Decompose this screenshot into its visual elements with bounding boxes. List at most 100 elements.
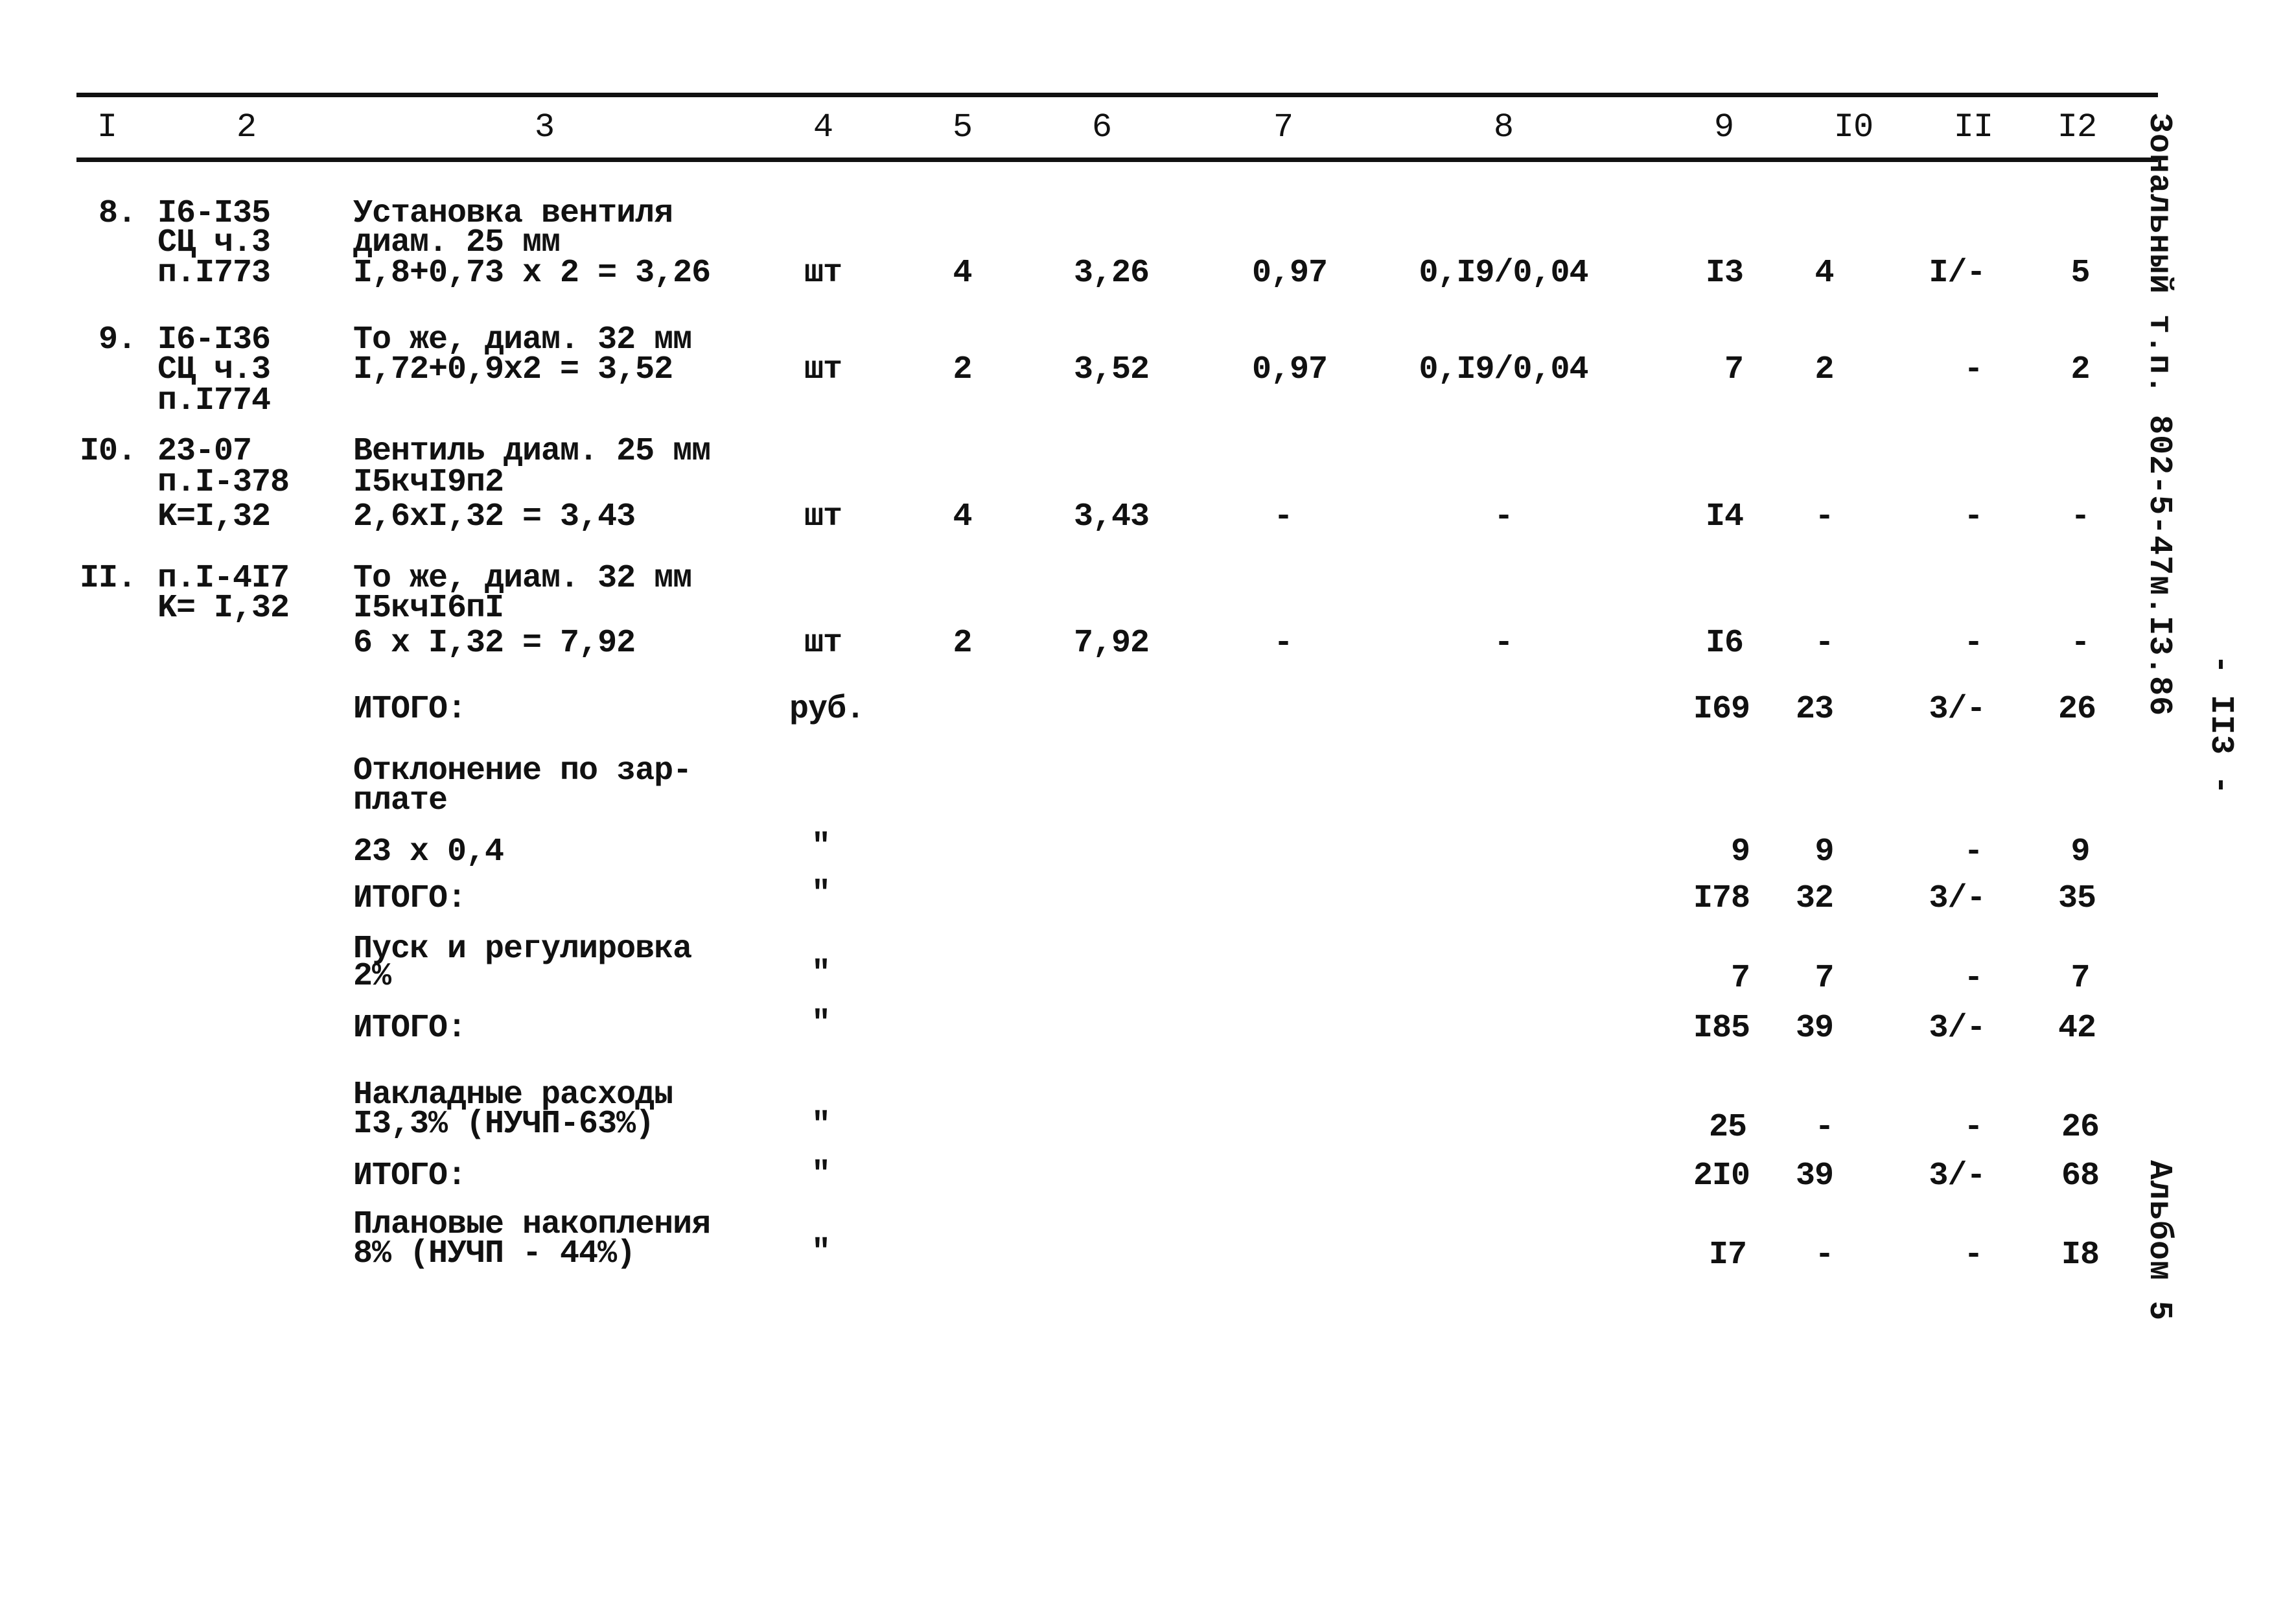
summary-col11: 3/- [1929,1158,1986,1194]
summary-col11: - [1964,1109,1983,1146]
summary-col10: 39 [1795,1158,1834,1194]
side-album-label: Альбом 5 [2140,1160,2177,1322]
summary-col11: 3/- [1929,691,1986,728]
summary-col10: 7 [1815,960,1834,997]
summary-label: ИТОГО: [353,691,467,728]
row-col7: - [1273,498,1293,535]
row-desc-line: 6 x I,32 = 7,92 [353,625,636,662]
row-ref-line: K=I,32 [157,498,271,535]
row-col9: I4 [1705,498,1744,535]
row-col12: 2 [2070,351,2090,388]
row-ref-line: п.I774 [157,382,271,419]
summary-label: Пуск и регулировка [353,931,692,968]
row-number: II. [79,560,137,597]
side-project-code: Зональный т.п. 802-5-47м.I3.86 [2140,113,2177,717]
row-number: I0. [79,433,137,470]
row-number: 8. [98,195,137,232]
row-col9: I6 [1705,625,1744,662]
row-desc-line: I5кчI6пI [353,590,504,627]
summary-label: 2% [353,958,391,995]
col-header-6: 6 [1091,108,1112,146]
row-col6: 7,92 [1073,625,1150,662]
summary-col12: 35 [2058,880,2096,917]
summary-col9: 2I0 [1693,1158,1750,1194]
row-unit: шт [804,498,842,535]
summary-col12: 42 [2058,1010,2096,1047]
summary-unit: " [811,955,831,992]
row-desc-line: I,72+0,9x2 = 3,52 [353,351,673,388]
col-header-5: 5 [952,108,973,146]
summary-col12: 68 [2061,1158,2100,1194]
row-col6: 3,43 [1073,498,1150,535]
col-header-12: I2 [2057,108,2097,146]
row-col8: - [1494,625,1513,662]
row-ref-line: СЦ ч.3 [157,351,271,388]
summary-col12: 26 [2061,1109,2100,1146]
row-col12: - [2070,625,2090,662]
row-col11: - [1964,498,1983,535]
row-col12: 5 [2070,255,2090,292]
row-number: 9. [98,321,137,358]
summary-label: ИТОГО: [353,1010,467,1047]
row-col6: 3,52 [1073,351,1150,388]
row-col11: - [1964,351,1983,388]
row-col10: 4 [1815,255,1834,292]
summary-unit: " [811,1005,831,1042]
row-col8: - [1494,498,1513,535]
row-desc-line: 2,6xI,32 = 3,43 [353,498,636,535]
summary-col10: 9 [1815,833,1834,870]
row-ref-line: п.I-378 [157,464,290,501]
col-header-4: 4 [813,108,833,146]
row-col9: I3 [1705,255,1744,292]
row-col10: - [1815,625,1834,662]
row-desc-line: I5кчI9п2 [353,464,504,501]
summary-label: ИТОГО: [353,1158,467,1194]
summary-unit: руб. [789,691,865,728]
summary-col11: - [1964,1237,1983,1274]
summary-col10: 23 [1795,691,1834,728]
col-header-8: 8 [1493,108,1514,146]
col-header-9: 9 [1713,108,1734,146]
summary-unit: " [811,828,831,865]
row-desc-line: I,8+0,73 x 2 = 3,26 [353,255,711,292]
summary-col9: 9 [1730,833,1750,870]
row-col8: 0,I9/0,04 [1419,255,1588,292]
summary-label: I3,3% (НУЧП-63%) [353,1106,655,1143]
row-col10: - [1815,498,1834,535]
row-ref-line: K= I,32 [157,590,290,627]
summary-col12: 9 [2070,833,2090,870]
row-desc-line: Вентиль диам. 25 мм [353,433,711,470]
row-ref-line: 23-07 [157,433,252,470]
side-page-number: - II3 - [2202,655,2239,796]
summary-col9: 7 [1730,960,1750,997]
summary-col10: - [1815,1109,1834,1146]
summary-unit: " [811,1234,831,1271]
summary-col11: - [1964,833,1983,870]
row-unit: шт [804,255,842,292]
table-header-rule [76,157,2158,162]
row-quantity: 2 [953,351,972,388]
row-col6: 3,26 [1073,255,1150,292]
col-header-10: I0 [1833,108,1873,146]
summary-unit: " [811,876,831,913]
summary-col12: 26 [2058,691,2096,728]
summary-label: 8% (НУЧП - 44%) [353,1235,636,1272]
row-quantity: 2 [953,625,972,662]
row-col7: - [1273,625,1293,662]
summary-col12: I8 [2061,1237,2100,1274]
row-col7: 0,97 [1251,351,1328,388]
summary-col9: I7 [1708,1237,1747,1274]
row-col11: - [1964,625,1983,662]
row-unit: шт [804,351,842,388]
summary-unit: " [811,1107,831,1144]
summary-col11: 3/- [1929,880,1986,917]
row-col11: I/- [1929,255,1986,292]
summary-col9: I78 [1693,880,1750,917]
table-top-rule [76,93,2158,97]
summary-col9: I69 [1693,691,1750,728]
row-col9: 7 [1724,351,1744,388]
row-col12: - [2070,498,2090,535]
row-quantity: 4 [953,255,972,292]
summary-col10: 32 [1795,880,1834,917]
col-header-3: 3 [534,108,555,146]
